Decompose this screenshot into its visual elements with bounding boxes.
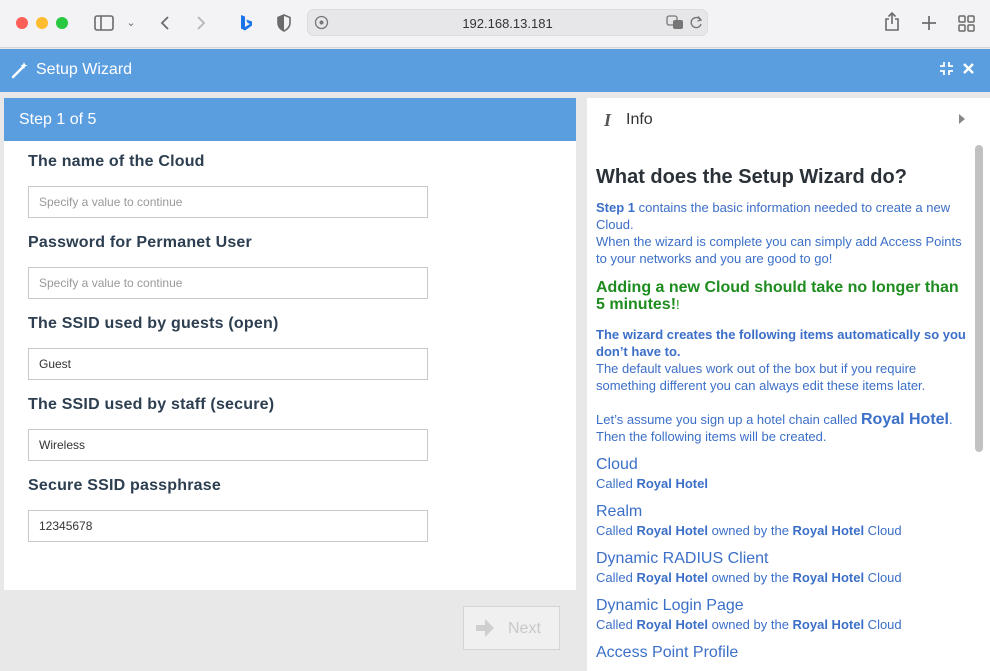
list-item: Access Point Profile xyxy=(596,643,966,663)
info-panel-title: Info xyxy=(626,111,653,128)
passphrase-label: Secure SSID passphrase xyxy=(28,477,221,494)
browser-toolbar: ⌄ 192.168.13.181 xyxy=(0,0,990,48)
passphrase-input[interactable] xyxy=(28,510,428,542)
app-header: Setup Wizard xyxy=(0,49,990,92)
url-text: 192.168.13.181 xyxy=(462,16,553,31)
wizard-form-panel: Step 1 of 5 The name of the Cloud Passwo… xyxy=(4,98,576,590)
list-item: Cloud Called Royal Hotel xyxy=(596,455,966,492)
item-title: Access Point Profile xyxy=(596,644,739,661)
password-input[interactable] xyxy=(28,267,428,299)
guest-ssid-label: The SSID used by guests (open) xyxy=(28,315,279,332)
item-description: Called Royal Hotel xyxy=(596,476,708,491)
forward-icon[interactable] xyxy=(192,12,210,34)
info-paragraph-step1: Step 1 contains the basic information ne… xyxy=(596,200,962,266)
staff-ssid-label: The SSID used by staff (secure) xyxy=(28,396,275,413)
item-title: Realm xyxy=(596,503,643,520)
cloud-name-input[interactable] xyxy=(28,186,428,218)
minimize-window-button[interactable] xyxy=(36,17,48,29)
scrollbar-thumb[interactable] xyxy=(975,145,983,452)
info-icon: I xyxy=(604,110,612,130)
item-description: Called Royal Hotel owned by the Royal Ho… xyxy=(596,617,902,632)
magic-wand-icon xyxy=(11,61,29,84)
cloud-name-label: The name of the Cloud xyxy=(28,153,205,170)
reload-icon[interactable] xyxy=(689,15,703,35)
step-indicator: Step 1 of 5 xyxy=(4,98,576,141)
share-icon[interactable] xyxy=(882,11,902,34)
zoom-window-button[interactable] xyxy=(56,17,68,29)
caret-right-icon[interactable] xyxy=(959,114,965,124)
guest-ssid-input[interactable] xyxy=(28,348,428,380)
arrow-right-icon xyxy=(474,617,496,644)
app-title: Setup Wizard xyxy=(36,61,133,78)
next-button-label: Next xyxy=(508,620,541,637)
privacy-shield-icon[interactable] xyxy=(274,12,294,34)
item-title: Dynamic RADIUS Client xyxy=(596,550,769,567)
translate-icon[interactable] xyxy=(666,15,684,35)
next-button[interactable]: Next xyxy=(463,606,560,650)
info-panel: I Info What does the Setup Wizard do? St… xyxy=(587,98,990,671)
close-icon[interactable] xyxy=(962,61,975,79)
info-scrollbar[interactable] xyxy=(973,141,985,671)
list-item: Dynamic Login Page Called Royal Hotel ow… xyxy=(596,596,966,633)
item-title: Dynamic Login Page xyxy=(596,597,744,614)
password-label: Password for Permanet User xyxy=(28,234,252,251)
staff-ssid-input[interactable] xyxy=(28,429,428,461)
info-heading: What does the Setup Wizard do? xyxy=(596,166,907,188)
address-bar[interactable]: 192.168.13.181 xyxy=(307,9,708,36)
back-icon[interactable] xyxy=(156,12,174,34)
info-panel-header[interactable]: I Info xyxy=(587,98,990,141)
item-description: Called Royal Hotel owned by the Royal Ho… xyxy=(596,570,902,585)
collapse-icon[interactable] xyxy=(939,61,954,80)
new-tab-icon[interactable] xyxy=(919,12,939,34)
item-description: Called Royal Hotel owned by the Royal Ho… xyxy=(596,523,902,538)
tab-overview-icon[interactable] xyxy=(956,12,976,34)
info-paragraph-auto: The wizard creates the following items a… xyxy=(596,327,966,393)
sidebar-toggle-icon[interactable] xyxy=(93,12,115,34)
info-paragraph-example: Let’s assume you sign up a hotel chain c… xyxy=(596,411,953,444)
list-item: Dynamic RADIUS Client Called Royal Hotel… xyxy=(596,549,966,586)
close-window-button[interactable] xyxy=(16,17,28,29)
list-item: Realm Called Royal Hotel owned by the Ro… xyxy=(596,502,966,539)
chevron-down-icon[interactable]: ⌄ xyxy=(124,12,138,34)
info-duration-note: Adding a new Cloud should take no longer… xyxy=(596,279,959,313)
bing-icon[interactable] xyxy=(237,12,255,34)
item-title: Cloud xyxy=(596,456,638,473)
info-content: What does the Setup Wizard do? Step 1 co… xyxy=(596,163,966,663)
